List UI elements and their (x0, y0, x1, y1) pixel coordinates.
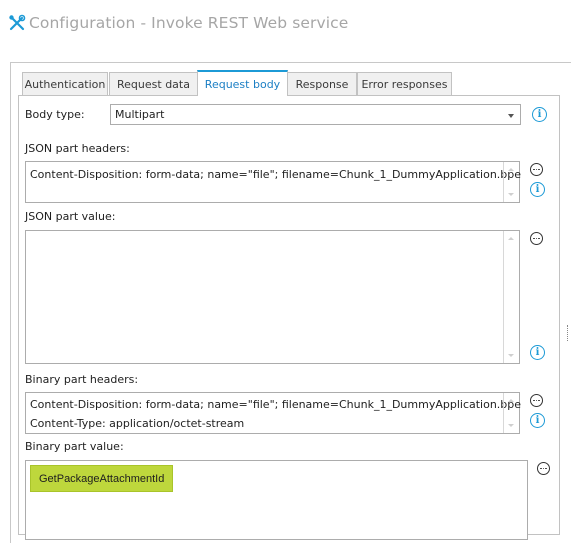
tab-label: Response (295, 77, 349, 91)
window-title: Configuration - Invoke REST Web service (29, 14, 349, 32)
tab-label: Request data (117, 77, 190, 91)
scroll-down-icon[interactable] (508, 424, 514, 427)
binary-part-value-field[interactable]: GetPackageAttachmentId (25, 460, 528, 540)
tab-label: Request body (204, 77, 281, 91)
variable-token-label: GetPackageAttachmentId (39, 472, 165, 485)
window-title-bar: Configuration - Invoke REST Web service (8, 11, 348, 35)
variable-token[interactable]: GetPackageAttachmentId (30, 465, 174, 492)
binary-part-headers-label: Binary part headers: (25, 373, 139, 386)
scroll-down-icon[interactable] (508, 354, 514, 357)
json-part-value-field[interactable] (25, 230, 520, 364)
json-part-headers-field[interactable]: Content-Disposition: form-data; name="fi… (25, 161, 522, 203)
json-part-headers-label: JSON part headers: (25, 142, 130, 155)
binary-part-headers-line: Content-Disposition: form-data; name="fi… (30, 398, 522, 411)
body-type-dropdown[interactable]: Multipart (110, 104, 521, 125)
scroll-up-icon[interactable] (508, 237, 514, 240)
scrollbar[interactable] (503, 162, 519, 202)
json-part-headers-line: Content-Disposition: form-data; name="fi… (30, 168, 522, 181)
info-icon[interactable]: i (530, 345, 545, 360)
tab-label: Error responses (361, 77, 448, 91)
body-type-value: Multipart (115, 108, 165, 121)
tab-authentication[interactable]: Authentication (22, 72, 108, 95)
binary-part-headers-field[interactable]: Content-Disposition: form-data; name="fi… (25, 392, 522, 434)
tools-icon (9, 14, 26, 31)
resize-handle[interactable] (567, 325, 569, 341)
tab-error-responses[interactable]: Error responses (357, 72, 452, 95)
json-part-value-label: JSON part value: (25, 210, 116, 223)
scrollbar[interactable] (503, 231, 519, 363)
chevron-down-icon (508, 114, 514, 118)
more-options-icon[interactable] (530, 232, 543, 245)
scroll-up-icon[interactable] (508, 399, 514, 402)
scrollbar[interactable] (503, 393, 519, 433)
more-options-icon[interactable] (537, 462, 550, 475)
tab-response[interactable]: Response (287, 72, 357, 95)
info-icon[interactable]: i (530, 413, 545, 428)
body-type-label: Body type: (25, 108, 85, 121)
tab-label: Authentication (24, 77, 106, 91)
more-options-icon[interactable] (530, 394, 543, 407)
info-icon[interactable]: i (532, 107, 547, 122)
tab-request-body[interactable]: Request body (197, 70, 288, 96)
scroll-up-icon[interactable] (508, 168, 514, 171)
binary-part-value-label: Binary part value: (25, 440, 124, 453)
binary-part-headers-line: Content-Type: application/octet-stream (30, 417, 245, 430)
more-options-icon[interactable] (530, 163, 543, 176)
info-icon[interactable]: i (530, 182, 545, 197)
scroll-down-icon[interactable] (508, 193, 514, 196)
tab-request-data[interactable]: Request data (109, 72, 198, 95)
